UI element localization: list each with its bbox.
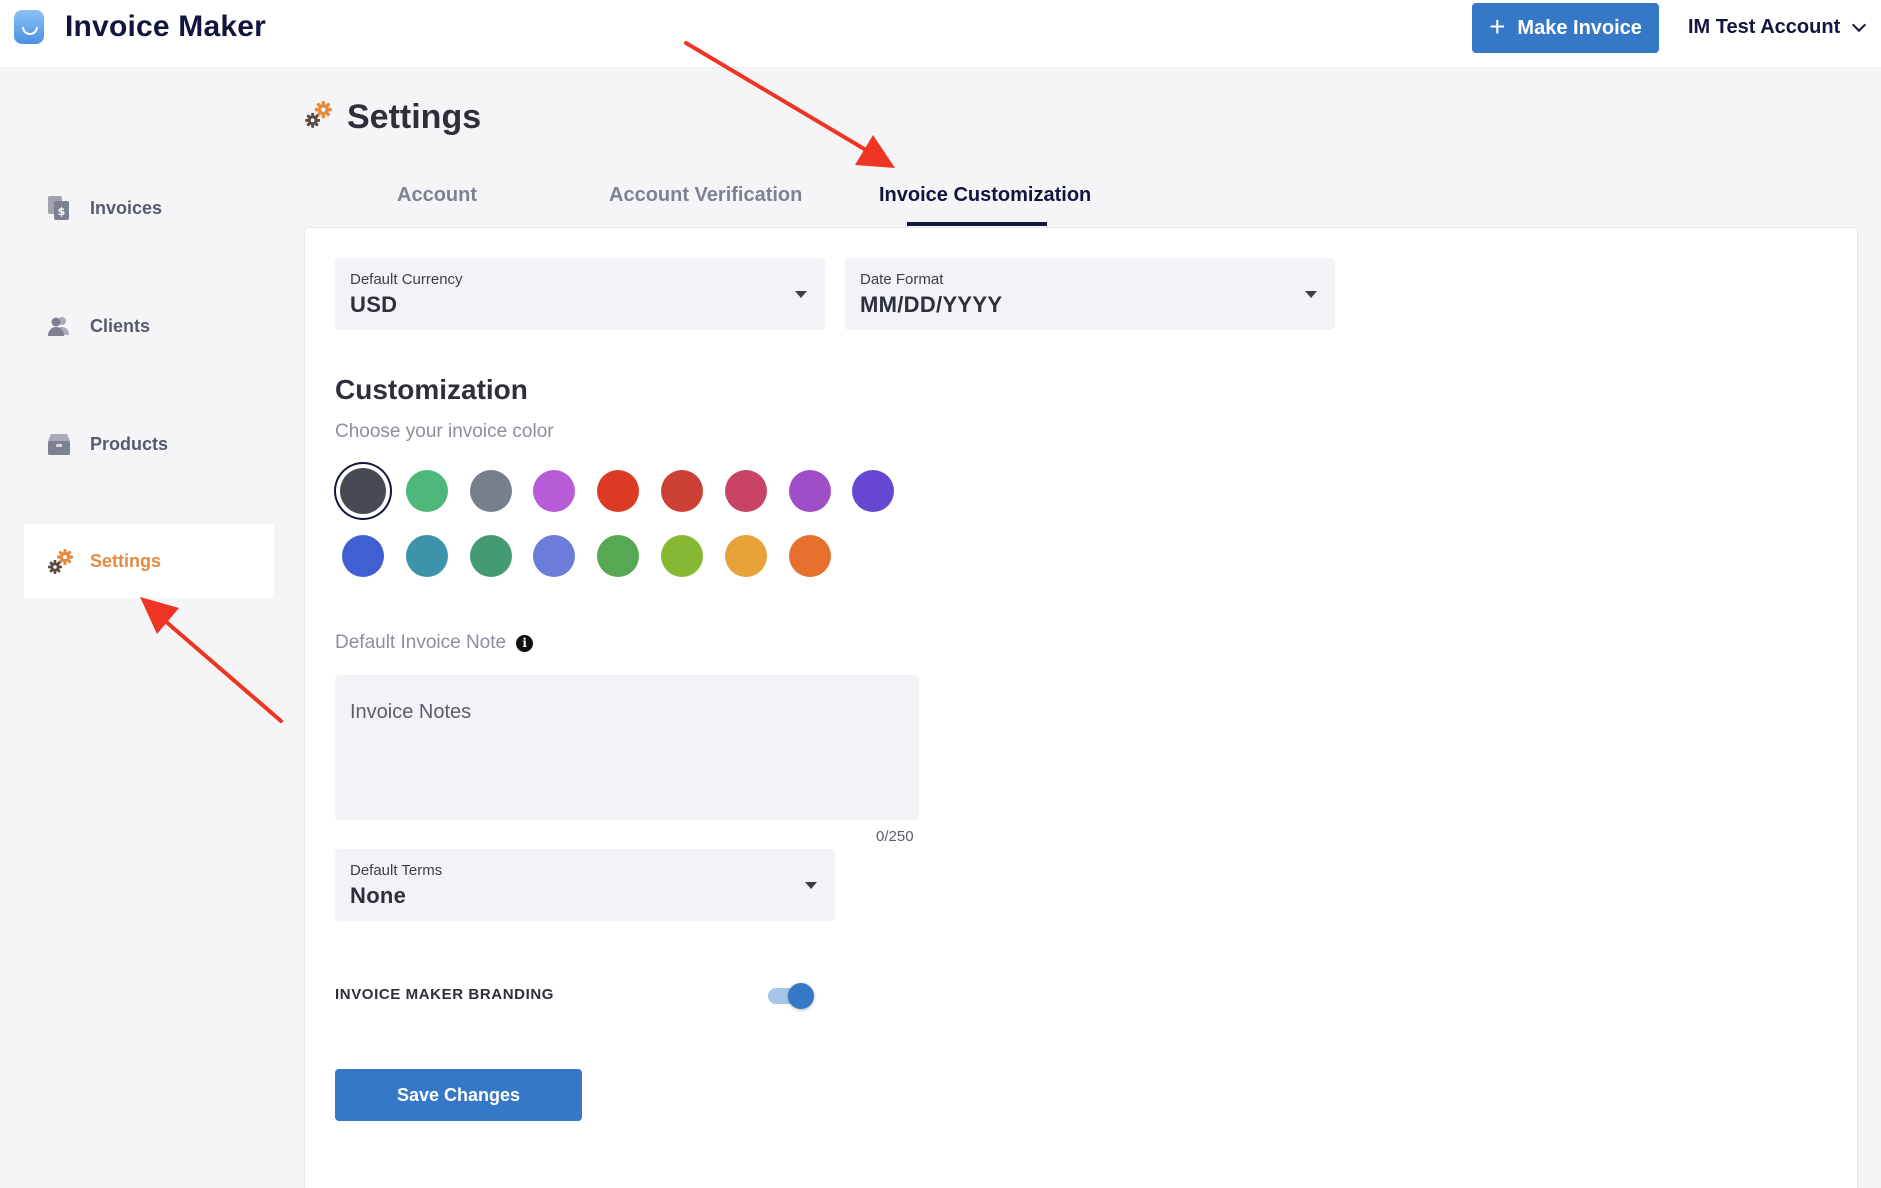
gears-icon [46, 548, 73, 574]
chevron-down-icon [1852, 17, 1867, 33]
branding-label: INVOICE MAKER BRANDING [335, 986, 555, 1003]
color-swatch[interactable] [788, 470, 831, 512]
top-header: Invoice Maker + Make Invoice IM Test Acc… [0, 0, 1881, 68]
color-swatch[interactable] [724, 535, 767, 577]
color-swatch[interactable] [405, 535, 448, 577]
color-swatch[interactable] [340, 468, 386, 514]
plus-icon: + [1489, 10, 1506, 42]
invoice-notes-textarea[interactable] [335, 675, 919, 820]
field-value: MM/DD/YYYY [860, 292, 1003, 317]
color-swatch[interactable] [342, 535, 384, 577]
color-swatch[interactable] [724, 470, 767, 512]
sidebar-item-label: Invoices [90, 197, 163, 218]
color-swatch[interactable] [597, 470, 640, 512]
color-prompt: Choose your invoice color [335, 421, 554, 442]
sidebar-item-settings[interactable]: Settings [24, 524, 274, 598]
color-swatch[interactable] [661, 535, 703, 577]
field-value: None [350, 883, 407, 908]
make-invoice-button[interactable]: + Make Invoice [1472, 3, 1659, 53]
field-label: Date Format [860, 271, 944, 288]
account-menu[interactable]: IM Test Account [1688, 16, 1867, 39]
field-label: Default Terms [350, 862, 443, 879]
note-char-counter: 0/250 [876, 828, 914, 845]
invoice-dollar-icon: $ [46, 195, 72, 221]
customization-heading: Customization [335, 374, 528, 405]
caret-down-icon [795, 291, 807, 298]
default-note-label: Default Invoice Note i [335, 632, 534, 654]
page-title-bar: Settings [303, 98, 481, 137]
default-currency-select[interactable]: Default Currency USD [335, 258, 825, 330]
caret-down-icon [805, 882, 817, 889]
arrow-to-settings-icon [140, 597, 283, 723]
branding-toggle[interactable] [768, 982, 816, 1010]
sidebar-item-products[interactable]: Products [24, 407, 274, 481]
color-swatch[interactable] [661, 470, 703, 512]
app-logo-icon[interactable] [14, 10, 44, 44]
field-value: USD [350, 292, 398, 317]
color-swatch[interactable] [469, 470, 512, 512]
make-invoice-label: Make Invoice [1517, 16, 1642, 39]
toggle-knob [788, 983, 814, 1009]
gears-icon [303, 100, 333, 135]
sidebar-item-invoices[interactable]: $ Invoices [24, 171, 274, 245]
tab-invoice-customization[interactable]: Invoice Customization [879, 184, 1091, 207]
svg-text:$: $ [58, 205, 66, 218]
tab-account-verification[interactable]: Account Verification [609, 184, 802, 207]
color-swatch[interactable] [469, 535, 512, 577]
color-swatch[interactable] [597, 535, 640, 577]
sidebar-item-label: Settings [90, 550, 162, 571]
users-icon [46, 313, 72, 339]
account-name: IM Test Account [1688, 16, 1841, 38]
default-terms-select[interactable]: Default Terms None [335, 849, 835, 921]
sidebar-item-label: Clients [90, 315, 151, 336]
save-changes-button[interactable]: Save Changes [335, 1069, 582, 1121]
page-title: Settings [347, 98, 482, 136]
app-title[interactable]: Invoice Maker [65, 10, 266, 44]
active-tab-indicator [907, 222, 1047, 226]
box-icon [46, 431, 72, 457]
sidebar-item-clients[interactable]: Clients [24, 289, 274, 363]
caret-down-icon [1305, 291, 1317, 298]
date-format-select[interactable]: Date Format MM/DD/YYYY [845, 258, 1335, 330]
field-label: Default Currency [350, 271, 463, 288]
tab-account[interactable]: Account [397, 184, 477, 207]
info-icon[interactable]: i [516, 634, 534, 652]
note-label-text: Default Invoice Note [335, 632, 507, 653]
sidebar-item-label: Products [90, 433, 169, 454]
color-swatch[interactable] [788, 535, 831, 577]
color-swatch[interactable] [405, 470, 448, 512]
